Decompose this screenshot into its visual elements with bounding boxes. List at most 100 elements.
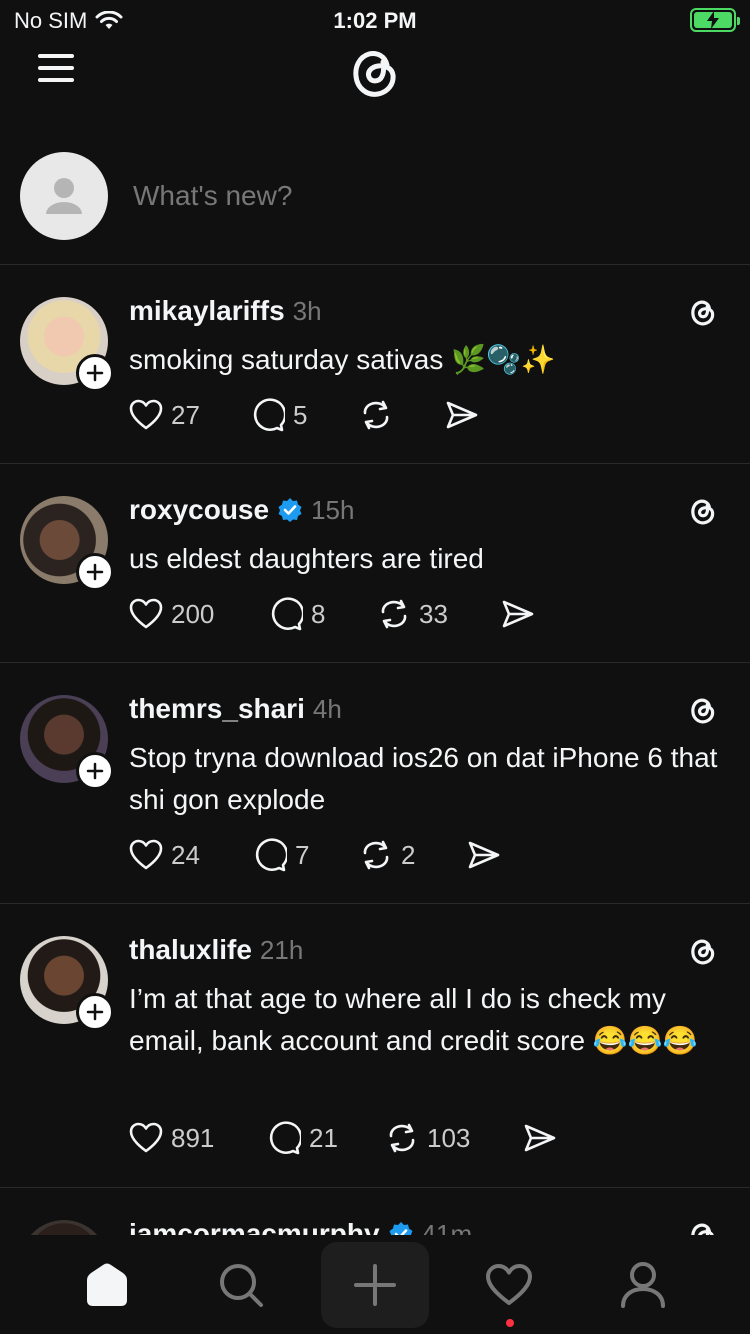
follow-button[interactable] (76, 993, 114, 1031)
send-icon (468, 841, 500, 869)
post-header: themrs_shari 4h (129, 693, 342, 725)
like-count: 24 (171, 839, 200, 870)
composer[interactable]: What's new? (0, 140, 750, 265)
username[interactable]: themrs_shari (129, 693, 305, 725)
comment-icon (271, 597, 303, 631)
username[interactable]: thaluxlife (129, 934, 252, 966)
post[interactable]: iamcormacmurphy 41m (0, 1188, 750, 1235)
comment-icon (255, 838, 287, 872)
threads-icon[interactable] (686, 1218, 720, 1235)
top-nav (0, 40, 750, 120)
menu-icon[interactable] (36, 52, 76, 84)
threads-icon[interactable] (686, 295, 720, 329)
reply-count: 8 (311, 598, 326, 629)
like-button[interactable]: 891 (129, 1122, 267, 1154)
repost-button[interactable]: 103 (385, 1122, 523, 1154)
share-button[interactable] (523, 1123, 557, 1153)
post-time: 3h (292, 295, 322, 326)
search-icon (220, 1264, 263, 1307)
threads-logo[interactable] (343, 40, 407, 104)
plus-icon (86, 1003, 104, 1021)
reply-button[interactable]: 21 (267, 1121, 385, 1155)
tab-home[interactable] (52, 1236, 162, 1334)
repost-count: 2 (401, 839, 416, 870)
repost-count: 33 (419, 598, 448, 629)
threads-icon[interactable] (686, 494, 720, 528)
tab-compose[interactable] (321, 1242, 429, 1328)
plus-icon (86, 364, 104, 382)
follow-button[interactable] (76, 752, 114, 790)
reply-count: 5 (293, 399, 308, 430)
send-icon (446, 401, 478, 429)
post-text: smoking saturday sativas 🌿🫧✨ (129, 344, 556, 375)
status-time: 1:02 PM (333, 8, 417, 33)
default-avatar-icon (46, 178, 82, 214)
post[interactable]: themrs_shari 4h Stop tryna download ios2… (0, 663, 750, 904)
post-text: Stop tryna download ios26 on dat iPhone … (129, 742, 718, 815)
repost-icon (363, 400, 389, 430)
repost-icon (381, 599, 407, 629)
repost-button[interactable]: 2 (359, 839, 467, 871)
post[interactable]: thaluxlife 21h I’m at that age to where … (0, 904, 750, 1188)
post-header: mikaylariffs 3h (129, 295, 322, 327)
home-icon (87, 1263, 127, 1306)
comment-icon (269, 1121, 301, 1155)
threads-icon[interactable] (686, 693, 720, 727)
verified-badge-icon (389, 1222, 413, 1235)
like-button[interactable]: 27 (129, 399, 251, 431)
heart-icon (129, 399, 163, 430)
repost-button[interactable] (359, 399, 445, 431)
avatar[interactable] (20, 1220, 108, 1235)
username[interactable]: mikaylariffs (129, 295, 285, 327)
username[interactable]: iamcormacmurphy (129, 1218, 380, 1235)
like-button[interactable]: 24 (129, 839, 253, 871)
follow-button[interactable] (76, 354, 114, 392)
post[interactable]: mikaylariffs 3h smoking saturday sativas… (0, 265, 750, 464)
repost-icon (363, 840, 389, 870)
post[interactable]: roxycouse 15h us eldest daughters are ti… (0, 464, 750, 663)
status-bar: No SIM 1:02 PM (0, 0, 750, 40)
repost-button[interactable]: 33 (377, 598, 501, 630)
share-button[interactable] (467, 840, 501, 870)
like-count: 200 (171, 598, 215, 629)
post-header: iamcormacmurphy 41m (129, 1218, 472, 1235)
heart-icon (129, 1122, 163, 1153)
plus-icon (354, 1264, 396, 1306)
follow-button[interactable] (76, 553, 114, 591)
username[interactable]: roxycouse (129, 494, 269, 526)
share-button[interactable] (445, 400, 479, 430)
post-actions: 200 8 33 (129, 597, 535, 631)
composer-prompt[interactable]: What's new? (133, 180, 292, 212)
tab-bar (0, 1236, 750, 1334)
threads-icon[interactable] (686, 934, 720, 968)
post-time: 21h (259, 934, 304, 965)
share-button[interactable] (501, 599, 535, 629)
like-button[interactable]: 200 (129, 598, 269, 630)
charging-bolt-icon (707, 11, 719, 29)
notification-dot (506, 1319, 514, 1327)
post-header: thaluxlife 21h (129, 934, 303, 966)
plus-icon (86, 563, 104, 581)
heart-icon (486, 1264, 532, 1305)
verified-badge-icon (278, 498, 302, 522)
post-text: I’m at that age to where all I do is che… (129, 983, 698, 1056)
plus-icon (86, 762, 104, 780)
post-time: 15h (311, 494, 355, 525)
tab-search[interactable] (186, 1236, 296, 1334)
post-time: 4h (312, 693, 342, 724)
like-count: 891 (171, 1122, 215, 1153)
reply-button[interactable]: 8 (269, 597, 377, 631)
reply-count: 7 (295, 839, 310, 870)
user-avatar[interactable] (20, 152, 108, 240)
post-header: roxycouse 15h (129, 494, 354, 526)
reply-button[interactable]: 7 (253, 838, 359, 872)
tab-profile[interactable] (588, 1236, 698, 1334)
like-count: 27 (171, 399, 200, 430)
send-icon (502, 600, 534, 628)
heart-icon (129, 598, 163, 629)
reply-button[interactable]: 5 (251, 398, 359, 432)
profile-icon (621, 1262, 665, 1308)
feed: mikaylariffs 3h smoking saturday sativas… (0, 265, 750, 1235)
battery-icon (690, 8, 740, 32)
send-icon (524, 1124, 556, 1152)
